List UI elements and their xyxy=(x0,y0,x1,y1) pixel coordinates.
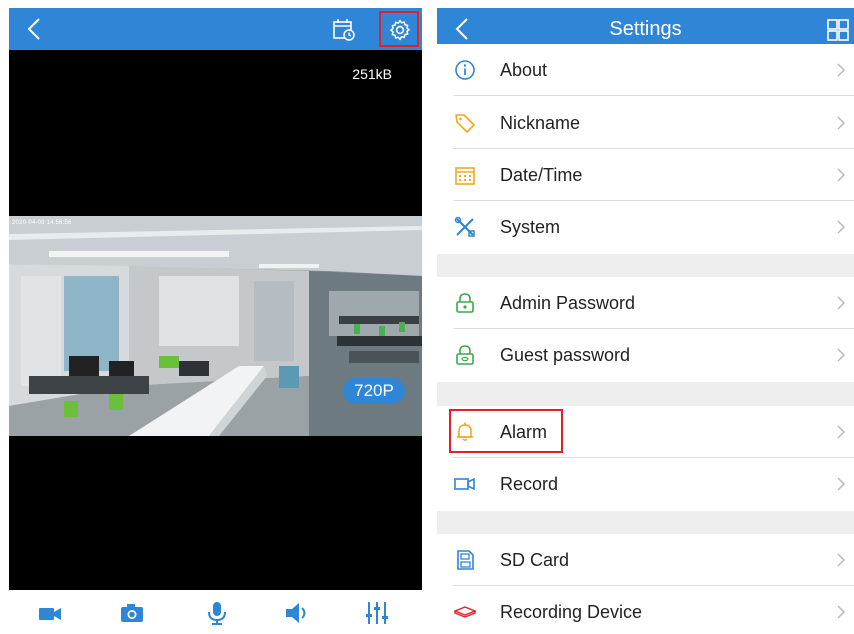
chevron-right-icon xyxy=(837,425,846,439)
settings-item-label: About xyxy=(500,60,548,80)
gear-icon xyxy=(390,19,410,41)
resolution-button[interactable]: 720P xyxy=(343,378,405,404)
settings-item-label: Nickname xyxy=(500,113,581,133)
back-icon[interactable] xyxy=(21,15,49,43)
camera-snapshot-icon[interactable] xyxy=(119,600,145,626)
settings-button[interactable] xyxy=(379,11,419,47)
settings-item-nickname[interactable]: Nickname xyxy=(437,97,854,149)
settings-item-label: Alarm xyxy=(500,422,548,442)
live-view-screen: 251kB 2020-04-08 14:56:56 720P xyxy=(9,8,422,634)
chevron-right-icon xyxy=(837,116,846,130)
divider xyxy=(453,95,854,96)
tools-icon xyxy=(454,216,475,237)
settings-item-label: Guest password xyxy=(500,345,631,365)
section-divider xyxy=(437,254,854,277)
section-divider xyxy=(437,382,854,406)
settings-item-about[interactable]: About xyxy=(437,44,854,96)
live-top-bar xyxy=(9,8,422,50)
settings-item-label: Date/Time xyxy=(500,165,583,185)
chevron-right-icon xyxy=(837,348,846,362)
settings-item-label: Record xyxy=(500,474,559,494)
record-video-icon[interactable] xyxy=(37,600,63,626)
back-icon[interactable] xyxy=(449,15,477,43)
settings-item-label: Admin Password xyxy=(500,293,636,313)
chevron-right-icon xyxy=(837,553,846,567)
settings-item-label: System xyxy=(500,217,561,237)
settings-item-label: SD Card xyxy=(500,550,570,570)
lock-icon xyxy=(456,293,474,313)
speaker-icon[interactable] xyxy=(284,600,310,626)
chevron-right-icon xyxy=(837,220,846,234)
settings-item-label: Recording Device xyxy=(500,602,643,622)
chevron-right-icon xyxy=(837,63,846,77)
sd-card-icon xyxy=(457,550,474,570)
grid-view-icon[interactable] xyxy=(826,18,850,42)
tag-icon xyxy=(455,114,475,133)
settings-item-admin-password[interactable]: Admin Password xyxy=(437,277,854,329)
lock-icon xyxy=(456,345,474,365)
playback-calendar-icon[interactable] xyxy=(331,17,357,43)
data-rate-label: 251kB xyxy=(352,66,392,82)
live-bottom-toolbar xyxy=(9,590,422,634)
settings-item-date-time[interactable]: Date/Time xyxy=(437,149,854,201)
settings-item-recording-device[interactable]: Recording Device xyxy=(437,586,854,634)
bell-icon xyxy=(457,422,473,441)
chevron-right-icon xyxy=(837,605,846,619)
settings-item-system[interactable]: System xyxy=(437,201,854,253)
info-icon xyxy=(455,60,475,80)
settings-item-alarm[interactable]: Alarm xyxy=(437,406,854,458)
chevron-right-icon xyxy=(837,296,846,310)
calendar-icon xyxy=(455,167,475,185)
settings-item-record[interactable]: Record xyxy=(437,458,854,510)
video-icon xyxy=(454,477,475,491)
section-divider xyxy=(437,511,854,534)
nvr-icon xyxy=(454,606,476,618)
equalizer-icon[interactable] xyxy=(364,600,390,626)
chevron-right-icon xyxy=(837,168,846,182)
settings-screen: Settings About Nickname Date/Time System… xyxy=(437,8,854,634)
camera-osd-timestamp: 2020-04-08 14:56:56 xyxy=(12,220,72,226)
settings-item-guest-password[interactable]: Guest password xyxy=(437,329,854,381)
settings-item-sd-card[interactable]: SD Card xyxy=(437,534,854,586)
microphone-icon[interactable] xyxy=(204,600,230,626)
chevron-right-icon xyxy=(837,477,846,491)
